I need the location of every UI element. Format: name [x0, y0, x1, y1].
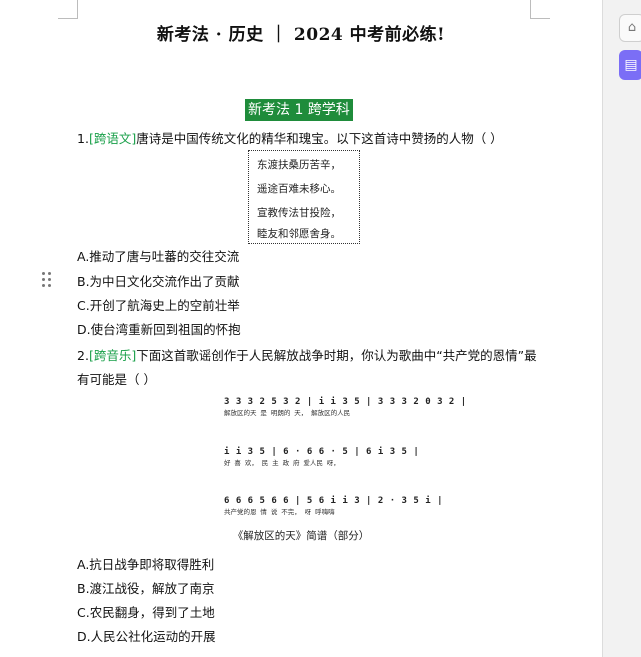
score-lyrics: 解放区的天 是 明朗的 天， 解放区的人民: [224, 409, 351, 417]
section-banner: 新考法 1 跨学科: [245, 99, 353, 121]
question-2-number: 2.: [77, 348, 89, 363]
score-line-2: i i 3 5 | 6 · 6 6 · 5 | 6 i 3 5 | 好 喜 欢，…: [224, 447, 419, 467]
panel-icon[interactable]: ▤: [619, 50, 641, 80]
question-1-option-a: A.推动了唐与吐蕃的交往交流: [77, 249, 240, 264]
page-title: 新考法 · 历史 ｜ 2024 中考前必练!: [156, 25, 446, 45]
score-caption: 《解放区的天》简谱（部分）: [232, 530, 370, 542]
question-2-stem-cont: 有可能是（ ）: [77, 372, 156, 387]
home-icon[interactable]: ⌂: [619, 14, 641, 42]
score-lyrics: 好 喜 欢， 民 主 政 府 爱人民 呀，: [224, 459, 340, 467]
question-1-text: 唐诗是中国传统文化的精华和瑰宝。以下这首诗中赞扬的人物（ ）: [136, 131, 503, 146]
page-corner-mark-right: [530, 0, 550, 19]
question-2-stem: 2.[跨音乐]下面这首歌谣创作于人民解放战争时期，你认为歌曲中“共产党的恩情”最: [77, 347, 537, 365]
score-line-1: 3 3 3 2 5 3 2 | i i 3 5 | 3 3 3 2 0 3 2 …: [224, 397, 467, 417]
question-1-number: 1.: [77, 131, 89, 146]
score-notes: i i 3 5 | 6 · 6 6 · 5 | 6 i 3 5 |: [224, 447, 420, 457]
question-2-tag: [跨音乐]: [88, 348, 137, 363]
poem-line: 东渡扶桑历苦辛，: [257, 159, 341, 171]
question-2-option-d: D.人民公社化运动的开展: [77, 629, 216, 644]
question-2-option-b: B.渡江战役，解放了南京: [77, 581, 215, 596]
poem-line: 宣教传法甘投险，: [257, 207, 341, 219]
question-1-tag: [跨语文]: [88, 131, 137, 146]
document-page: 新考法 · 历史 ｜ 2024 中考前必练! 新考法 1 跨学科 1.[跨语文]…: [0, 0, 602, 657]
page-corner-mark-left: [58, 0, 78, 19]
question-2-text: 下面这首歌谣创作于人民解放战争时期，你认为歌曲中“共产党的恩情”最: [136, 348, 537, 363]
question-2-option-c: C.农民翻身，得到了土地: [77, 605, 215, 620]
question-1-stem: 1.[跨语文]唐诗是中国传统文化的精华和瑰宝。以下这首诗中赞扬的人物（ ）: [77, 130, 503, 148]
poem-line: 睦友和邻愿舍身。: [257, 228, 341, 240]
drag-handle-icon[interactable]: [42, 272, 52, 288]
score-notes: 6 6 6 5 6 6 | 5 6 i i 3 | 2 · 3 5 i |: [224, 496, 443, 506]
poem-box: 东渡扶桑历苦辛， 遥途百难未移心。 宣教传法甘投险， 睦友和邻愿舍身。: [248, 150, 360, 244]
score-notes: 3 3 3 2 5 3 2 | i i 3 5 | 3 3 3 2 0 3 2 …: [224, 397, 467, 407]
question-2-option-a: A.抗日战争即将取得胜利: [77, 557, 215, 572]
score-lyrics: 共产党的恩 情 说 不完， 呀 呼嗨嗨: [224, 508, 335, 516]
question-1-option-d: D.使台湾重新回到祖国的怀抱: [77, 322, 241, 337]
question-1-option-b: B.为中日文化交流作出了贡献: [77, 274, 240, 289]
right-sidebar: [602, 0, 641, 657]
question-1-option-c: C.开创了航海史上的空前壮举: [77, 298, 240, 313]
score-line-3: 6 6 6 5 6 6 | 5 6 i i 3 | 2 · 3 5 i | 共产…: [224, 496, 443, 516]
poem-line: 遥途百难未移心。: [257, 183, 341, 195]
